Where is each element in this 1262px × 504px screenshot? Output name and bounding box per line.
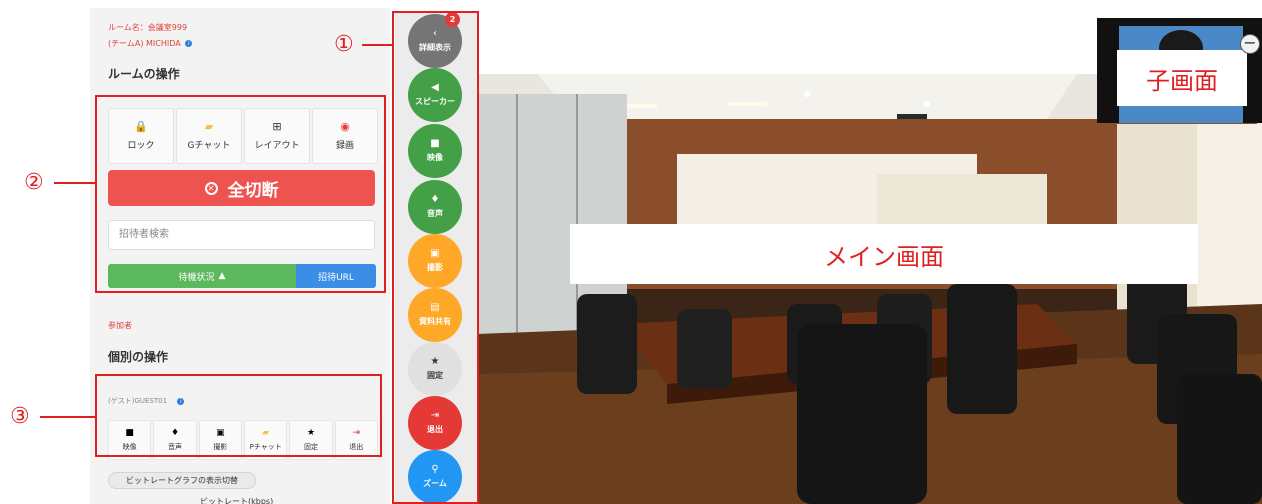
conference-room-image xyxy=(477,74,1262,504)
info-icon[interactable]: i xyxy=(185,40,193,47)
callout-1: ① xyxy=(334,32,354,57)
participants-label: 参加者 xyxy=(108,321,132,330)
room-team: (チームA) MICHIDA i xyxy=(108,38,193,49)
main-screen-label: メイン画面 xyxy=(570,224,1198,284)
room-ops-title: ルームの操作 xyxy=(108,67,180,81)
callout-3: ③ xyxy=(10,404,30,429)
bitrate-label: ビットレート(kbps) xyxy=(200,497,274,504)
annotation-box-1 xyxy=(392,11,479,504)
app-root: ルーム名：会議室999 (チームA) MICHIDA i ルームの操作 🔒 ロッ… xyxy=(0,0,1262,504)
minimize-icon[interactable]: − xyxy=(1240,34,1260,54)
callout-leader-2 xyxy=(54,182,95,184)
room-name: ルーム名：会議室999 xyxy=(108,23,188,32)
sub-screen-label: 子画面 xyxy=(1117,50,1247,106)
annotation-box-2 xyxy=(95,95,386,293)
bitrate-graph-toggle-button[interactable]: ビットレートグラフの表示切替 xyxy=(108,472,256,489)
callout-leader-1 xyxy=(362,44,392,46)
individual-ops-title: 個別の操作 xyxy=(108,350,169,364)
main-video-area[interactable] xyxy=(477,74,1262,504)
callout-leader-3 xyxy=(40,416,95,418)
room-team-label: (チームA) MICHIDA xyxy=(108,39,181,48)
annotation-box-3 xyxy=(95,374,382,457)
callout-2: ② xyxy=(24,170,44,195)
